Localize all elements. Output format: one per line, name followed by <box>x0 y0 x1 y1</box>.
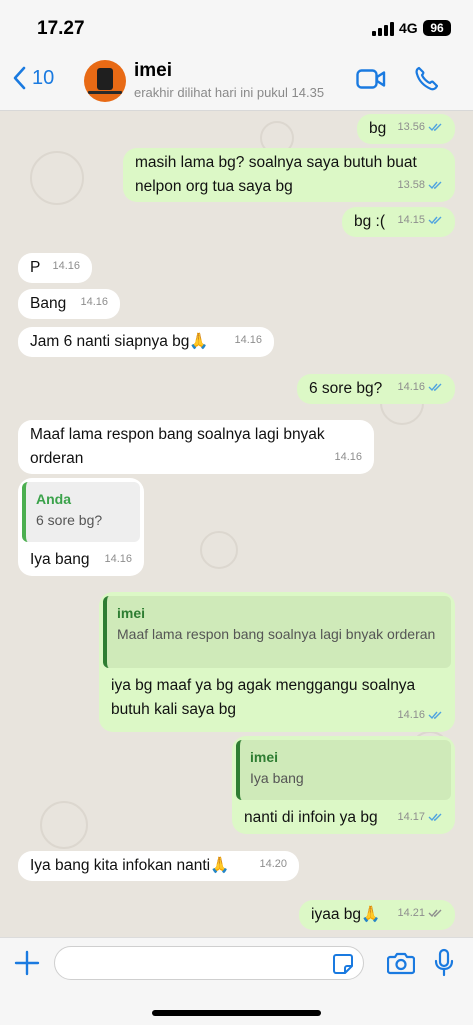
phone-icon[interactable] <box>414 66 438 92</box>
quote-text: Iya bang <box>250 770 304 786</box>
message-time: 14.16 <box>104 553 132 565</box>
message-bubble-outgoing[interactable]: imei Iya bang nanti di infoin ya bg 14.1… <box>232 736 455 834</box>
double-check-icon <box>428 216 442 225</box>
message-time: 14.16 <box>80 296 108 308</box>
message-time: 14.15 <box>397 214 425 226</box>
double-check-icon <box>428 909 442 918</box>
message-time: 14.16 <box>397 381 425 393</box>
message-time: 14.16 <box>52 260 80 272</box>
message-bubble-incoming[interactable]: Jam 6 nanti siapnya bg🙏 14.16 <box>18 327 274 357</box>
message-bubble-outgoing[interactable]: iyaa bg🙏 14.21 <box>299 900 455 930</box>
home-indicator <box>152 1010 321 1016</box>
message-text: bg :( <box>354 213 386 230</box>
message-text: Bang <box>30 295 67 312</box>
microphone-icon[interactable] <box>433 948 455 978</box>
back-chevron-icon <box>13 66 26 90</box>
message-bubble-incoming[interactable]: Maaf lama respon bang soalnya lagi bnyak… <box>18 420 374 474</box>
message-text: iya bg maaf ya bg agak menggangu soalnya… <box>111 677 416 718</box>
message-text: iyaa bg🙏 <box>311 906 381 923</box>
status-bar: 17.27 4G 96 <box>0 0 473 52</box>
message-bubble-outgoing[interactable]: bg :( 14.15 <box>342 207 455 237</box>
message-time: 14.21 <box>397 907 425 919</box>
sticker-icon[interactable] <box>332 953 354 975</box>
camera-icon[interactable] <box>387 951 415 975</box>
chat-header: 10 imei erakhir dilihat hari ini pukul 1… <box>0 52 473 111</box>
avatar[interactable] <box>84 60 126 102</box>
network-type: 4G <box>399 20 418 36</box>
contact-name[interactable]: imei <box>134 60 172 82</box>
reply-quote[interactable]: Anda 6 sore bg? <box>22 482 140 542</box>
back-button[interactable]: 10 <box>12 66 54 90</box>
composer-bar <box>0 937 473 1025</box>
message-text: Iya bang <box>30 551 90 568</box>
message-time: 14.20 <box>259 858 287 870</box>
status-time: 17.27 <box>37 18 85 39</box>
message-time: 13.58 <box>397 179 425 191</box>
plus-icon[interactable] <box>14 950 40 976</box>
message-text: bg <box>369 120 387 137</box>
message-text: nanti di infoin ya bg <box>244 809 378 826</box>
video-call-icon[interactable] <box>356 68 386 90</box>
message-time: 14.17 <box>397 811 425 823</box>
double-check-icon <box>428 383 442 392</box>
double-check-icon <box>428 123 442 132</box>
double-check-icon <box>428 181 442 190</box>
message-text: P <box>30 259 41 276</box>
quote-author: Anda <box>36 491 71 507</box>
double-check-icon <box>428 813 442 822</box>
quote-author: imei <box>250 749 279 765</box>
message-bubble-outgoing[interactable]: 6 sore bg? 14.16 <box>297 374 455 404</box>
reply-quote[interactable]: imei Iya bang <box>236 740 451 800</box>
quote-author: imei <box>117 605 146 621</box>
message-bubble-incoming[interactable]: Anda 6 sore bg? Iya bang 14.16 <box>18 478 144 576</box>
reply-quote[interactable]: imei Maaf lama respon bang soalnya lagi … <box>103 596 451 668</box>
message-text: Iya bang kita infokan nanti🙏 <box>30 857 230 874</box>
message-text: 6 sore bg? <box>309 380 383 397</box>
message-time: 13.56 <box>397 121 425 133</box>
unread-count: 10 <box>32 66 55 89</box>
message-text: Jam 6 nanti siapnya bg🙏 <box>30 333 209 350</box>
message-bubble-incoming[interactable]: Bang 14.16 <box>18 289 120 319</box>
battery-icon: 96 <box>423 20 451 36</box>
last-seen-status: erakhir dilihat hari ini pukul 14.35 <box>134 85 325 100</box>
message-time: 14.16 <box>334 451 362 463</box>
message-bubble-outgoing[interactable]: masih lama bg? soalnya saya butuh buat n… <box>123 148 455 202</box>
quote-text: 6 sore bg? <box>36 512 103 528</box>
message-bubble-incoming[interactable]: Iya bang kita infokan nanti🙏 14.20 <box>18 851 299 881</box>
chat-area[interactable]: bg 13.56 masih lama bg? soalnya saya but… <box>0 111 473 937</box>
double-check-icon <box>428 711 442 720</box>
message-time: 14.16 <box>234 334 262 346</box>
message-bubble-incoming[interactable]: P 14.16 <box>18 253 92 283</box>
message-time: 14.16 <box>397 709 425 721</box>
message-text: Maaf lama respon bang soalnya lagi bnyak… <box>30 426 325 467</box>
message-input[interactable] <box>54 946 364 980</box>
message-bubble-outgoing[interactable]: imei Maaf lama respon bang soalnya lagi … <box>99 592 455 732</box>
signal-icon <box>372 22 394 36</box>
quote-text: Maaf lama respon bang soalnya lagi bnyak… <box>117 626 436 642</box>
message-bubble-outgoing[interactable]: bg 13.56 <box>357 114 455 144</box>
message-text: masih lama bg? soalnya saya butuh buat n… <box>135 154 417 195</box>
